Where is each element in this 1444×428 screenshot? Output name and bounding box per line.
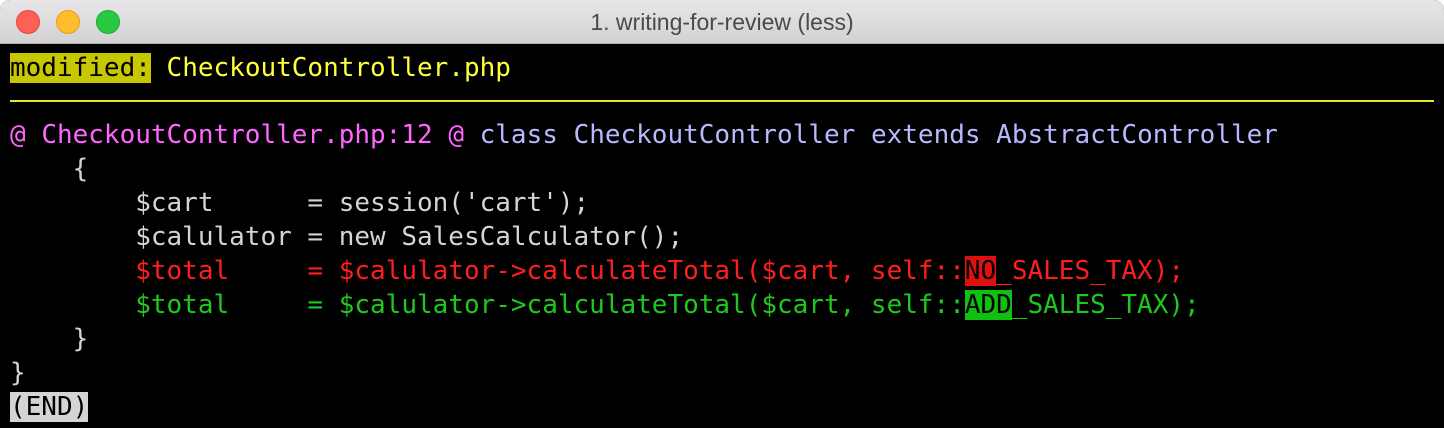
removed-line-suffix: _SALES_TAX); — [996, 256, 1185, 286]
hunk-location: CheckoutController.php:12 — [41, 120, 433, 150]
code-line-close-outer-brace: } — [10, 358, 26, 388]
diff-file-header: modified: CheckoutController.php — [10, 51, 511, 85]
removed-line: $total = $calulator->calculateTotal($car… — [10, 254, 1184, 288]
added-line: $total = $calulator->calculateTotal($car… — [10, 288, 1200, 322]
hunk-marker-close: @ — [448, 120, 464, 150]
hunk-context: class CheckoutController extends Abstrac… — [479, 120, 1278, 150]
terminal-window: 1. writing-for-review (less) modified: C… — [0, 0, 1444, 428]
added-line-suffix: _SALES_TAX); — [1011, 290, 1200, 320]
modified-file-name: CheckoutController.php — [166, 53, 511, 83]
header-divider — [10, 100, 1434, 102]
code-line-open-brace: { — [10, 154, 89, 184]
removed-word-highlight: NO — [964, 256, 997, 286]
title-bar[interactable]: 1. writing-for-review (less) — [0, 0, 1444, 44]
code-line-cart: $cart = session('cart'); — [10, 188, 590, 218]
added-word-highlight: ADD — [964, 290, 1012, 320]
code-line-calculator: $calulator = new SalesCalculator(); — [10, 222, 684, 252]
pager-end-marker: (END) — [10, 392, 89, 422]
removed-line-prefix: $total = $calulator->calculateTotal($car… — [10, 256, 965, 286]
code-line-close-inner-brace: } — [10, 324, 89, 354]
window-title: 1. writing-for-review (less) — [590, 9, 854, 35]
added-line-prefix: $total = $calulator->calculateTotal($car… — [10, 290, 965, 320]
modified-status-badge: modified: — [10, 53, 151, 83]
terminal-output[interactable]: modified: CheckoutController.php @ Check… — [0, 44, 1444, 428]
hunk-header: @ CheckoutController.php:12 @ class Chec… — [10, 118, 1278, 152]
hunk-marker-open: @ — [10, 120, 26, 150]
pager-prompt[interactable]: (END) — [10, 390, 89, 424]
